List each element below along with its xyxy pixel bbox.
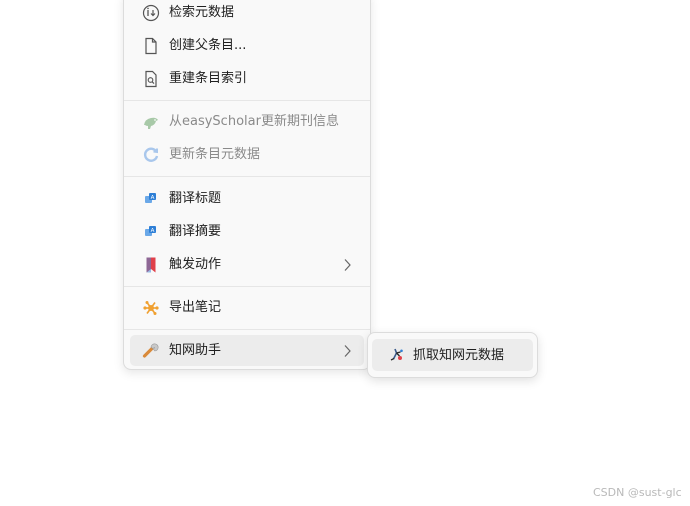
- menu-item-easyscholar-update[interactable]: 从easyScholar更新期刊信息: [130, 106, 364, 137]
- watermark: CSDN @sust-glc: [593, 486, 682, 499]
- menu-separator: [124, 100, 370, 101]
- menu-item-label: 知网助手: [169, 343, 222, 358]
- menu-item-label: 导出笔记: [169, 300, 222, 315]
- submenu-item-label: 抓取知网元数据: [413, 348, 505, 363]
- translate-icon: A: [145, 226, 156, 236]
- menu-item-reindex[interactable]: 重建条目索引: [130, 63, 364, 94]
- menu-item-label: 翻译标题: [169, 191, 222, 206]
- menu-item-create-parent[interactable]: 创建父条目...: [130, 30, 364, 61]
- translate-icon: A: [145, 193, 156, 203]
- info-download-icon: [142, 4, 160, 22]
- menu-item-label: 触发动作: [169, 257, 222, 272]
- menu-item-label: 创建父条目...: [169, 38, 247, 53]
- menu-item-update-metadata[interactable]: 更新条目元数据: [130, 139, 364, 170]
- menu-item-trigger-action[interactable]: 触发动作: [130, 249, 364, 280]
- chevron-right-icon: [344, 259, 351, 271]
- menu-item-label: 检索元数据: [169, 5, 235, 20]
- molecule-icon: [143, 301, 159, 315]
- chevron-right-icon: [344, 345, 351, 357]
- fetch-icon: [390, 348, 403, 361]
- menu-item-label: 更新条目元数据: [169, 147, 261, 162]
- context-menu: 检索元数据 创建父条目... 重建条目索引 从easyScholar更新期刊信息…: [123, 0, 371, 370]
- submenu-item-fetch-cnki-metadata[interactable]: 抓取知网元数据: [372, 339, 533, 371]
- menu-item-export-notes[interactable]: 导出笔记: [130, 292, 364, 323]
- menu-separator: [124, 176, 370, 177]
- wrench-icon: [142, 343, 159, 358]
- menu-item-label: 翻译摘要: [169, 224, 222, 239]
- svg-text:A: A: [151, 195, 155, 201]
- menu-item-label: 重建条目索引: [169, 71, 248, 86]
- refresh-icon: [143, 147, 159, 162]
- cnki-submenu: 抓取知网元数据: [367, 332, 538, 378]
- menu-item-translate-abstract[interactable]: A 翻译摘要: [130, 216, 364, 247]
- menu-item-retrieve-metadata[interactable]: 检索元数据: [130, 0, 364, 28]
- document-search-icon: [145, 70, 157, 88]
- menu-separator: [124, 329, 370, 330]
- menu-item-label: 从easyScholar更新期刊信息: [169, 114, 339, 129]
- menu-item-translate-title[interactable]: A 翻译标题: [130, 183, 364, 214]
- document-icon: [145, 37, 157, 55]
- easyscholar-icon: [144, 117, 158, 129]
- menu-item-cnki-helper[interactable]: 知网助手: [130, 335, 364, 366]
- menu-separator: [124, 286, 370, 287]
- svg-text:A: A: [151, 228, 155, 234]
- bookmark-icon: [146, 257, 156, 273]
